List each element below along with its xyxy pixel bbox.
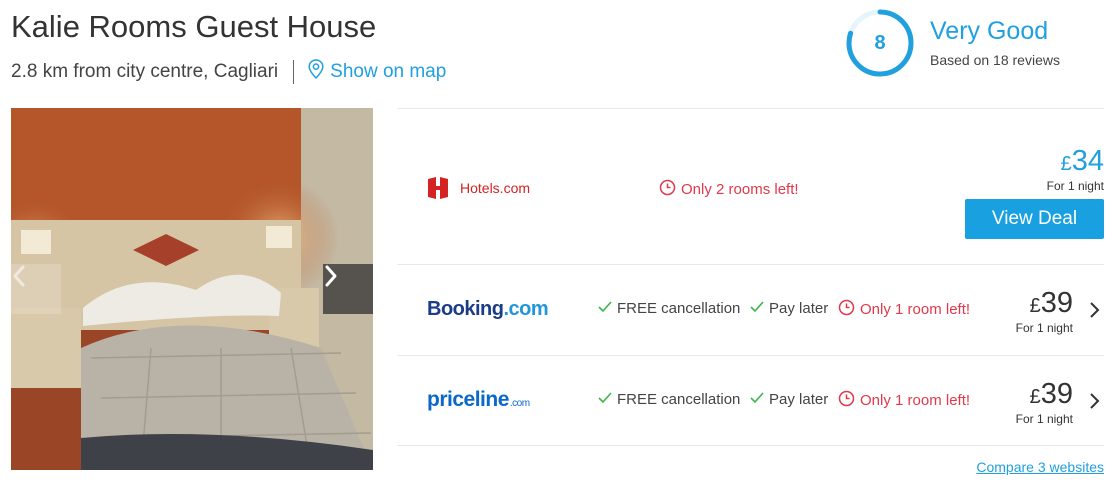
deal-row-booking-com[interactable]: Booking .com FREE cancellation Pay later … [397, 264, 1104, 355]
hotels-com-wordmark: Hotels.com [460, 180, 531, 196]
hotels-com-logo: Hotels.com [426, 175, 530, 201]
price-amount: 39 [1040, 287, 1073, 319]
price-period: For 1 night [1015, 321, 1073, 335]
distance-text: 2.8 km from city centre, Cagliari [11, 61, 279, 82]
currency-symbol: £ [1029, 295, 1041, 317]
feature-text: FREE cancellation [617, 300, 741, 317]
clock-icon [838, 390, 860, 411]
feature-text: Pay later [769, 300, 829, 317]
check-icon [598, 300, 617, 317]
hotel-room-photo [11, 108, 373, 470]
price: £39 [1030, 378, 1073, 411]
booking-domain: .com [503, 298, 549, 320]
hotel-title: Kalie Rooms Guest House [11, 9, 377, 44]
location-row: 2.8 km from city centre, Cagliari Show o… [11, 59, 446, 85]
free-cancellation-feature: FREE cancellation [598, 391, 740, 408]
check-icon [598, 391, 617, 408]
price-amount: 34 [1071, 145, 1104, 177]
price-amount: 39 [1040, 378, 1073, 410]
priceline-logo: priceline .com [427, 388, 530, 412]
rating-score: 8 [874, 32, 886, 54]
deal-row-priceline[interactable]: priceline .com FREE cancellation Pay late… [397, 355, 1104, 446]
availability-warning: Only 1 room left! [838, 299, 970, 320]
availability-warning: Only 2 rooms left! [659, 179, 799, 200]
check-icon [750, 391, 769, 408]
availability-warning: Only 1 room left! [838, 390, 970, 411]
price-period: For 1 night [1015, 412, 1073, 426]
map-pin-icon [308, 59, 330, 85]
rating-widget: 8 Very Good Based on 18 reviews [845, 8, 1113, 80]
rating-label: Very Good [930, 17, 1049, 45]
availability-text: Only 1 room left! [860, 301, 971, 318]
clock-icon [659, 179, 681, 200]
clock-icon [838, 299, 860, 320]
chevron-right-icon[interactable] [1088, 392, 1100, 415]
booking-wordmark: Booking [427, 298, 504, 320]
next-photo-button[interactable] [323, 264, 373, 314]
price: £39 [1030, 287, 1073, 320]
pay-later-feature: Pay later [750, 391, 828, 408]
currency-symbol: £ [1029, 386, 1041, 408]
price: £34 [1061, 145, 1104, 178]
hotel-photo-carousel[interactable] [11, 108, 373, 470]
availability-text: Only 2 rooms left! [681, 181, 799, 198]
currency-symbol: £ [1060, 153, 1072, 175]
pay-later-feature: Pay later [750, 300, 828, 317]
feature-text: Pay later [769, 391, 829, 408]
price-period: For 1 night [1046, 179, 1104, 193]
check-icon [750, 300, 769, 317]
show-on-map-label: Show on map [330, 61, 447, 82]
chevron-right-icon[interactable] [1088, 301, 1100, 324]
hotels-com-h-icon [428, 177, 448, 199]
view-deal-button[interactable]: View Deal [965, 199, 1104, 239]
compare-websites-link[interactable]: Compare 3 websites [976, 459, 1104, 475]
deal-row-hotels-com[interactable]: Hotels.com Only 2 rooms left! £34 For 1 … [397, 108, 1104, 264]
deals-list: Hotels.com Only 2 rooms left! £34 For 1 … [397, 108, 1104, 446]
review-count: Based on 18 reviews [930, 52, 1060, 68]
availability-text: Only 1 room left! [860, 392, 971, 409]
free-cancellation-feature: FREE cancellation [598, 300, 740, 317]
booking-com-logo: Booking .com [427, 298, 549, 321]
show-on-map-link[interactable]: Show on map [308, 59, 446, 85]
priceline-domain: .com [509, 397, 530, 409]
feature-text: FREE cancellation [617, 391, 741, 408]
priceline-wordmark: priceline [427, 388, 509, 411]
divider [293, 60, 295, 84]
previous-photo-button[interactable] [11, 264, 61, 314]
